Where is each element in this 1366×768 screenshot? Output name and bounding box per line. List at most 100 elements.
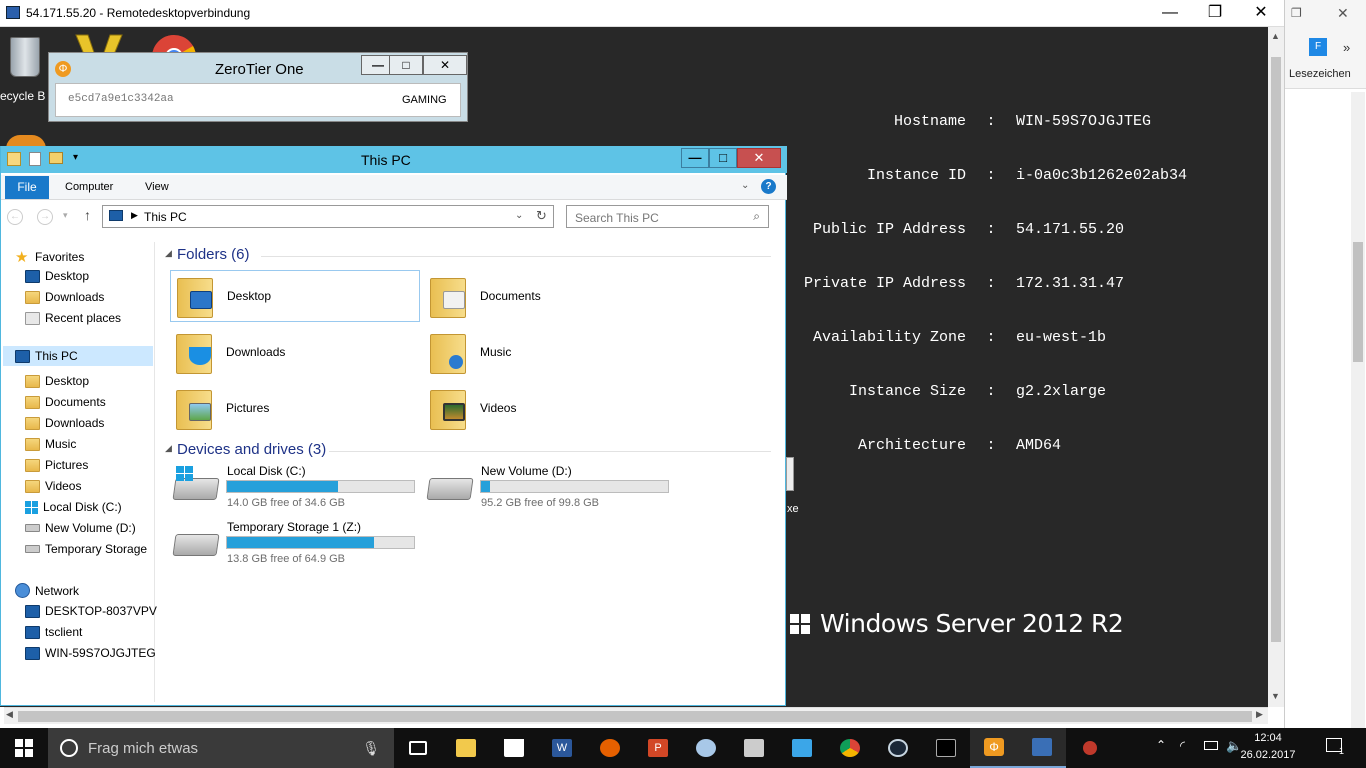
horizontal-scroll-thumb[interactable] — [18, 711, 1252, 722]
browser-restore-icon[interactable]: ❐ — [1291, 6, 1302, 20]
nav-pc-pictures[interactable]: Pictures — [25, 458, 88, 472]
vertical-scrollbar[interactable]: ▲ ▼ — [1268, 27, 1284, 707]
vertical-scroll-thumb[interactable] — [1271, 57, 1281, 642]
rdp-minimize-button[interactable]: — — [1147, 0, 1193, 27]
remote-desktop-taskbar-icon[interactable] — [1018, 728, 1066, 768]
folder-tile-downloads[interactable]: Downloads — [170, 326, 420, 378]
hidden-window-edge[interactable] — [786, 457, 794, 491]
browser-window-fragment[interactable]: ❐ ✕ F » Lesezeichen — [1284, 0, 1366, 728]
horizontal-scrollbar[interactable]: ◀ ▶ — [4, 707, 1268, 724]
app-red-taskbar-icon[interactable] — [1066, 728, 1114, 768]
file-explorer-window[interactable]: ▾ This PC — □ ✕ File Computer View ⌄ ? ←… — [0, 146, 787, 706]
nav-pc-music[interactable]: Music — [25, 437, 76, 451]
search-icon[interactable]: ⌕ — [753, 209, 760, 224]
tab-file[interactable]: File — [5, 176, 49, 199]
file-explorer-taskbar-icon[interactable] — [442, 728, 490, 768]
command-prompt-taskbar-icon[interactable] — [922, 728, 970, 768]
scroll-up-icon[interactable]: ▲ — [1271, 31, 1280, 41]
drives-header[interactable]: Devices and drives (3) — [177, 441, 326, 458]
word-taskbar-icon[interactable]: W — [538, 728, 586, 768]
vpn-taskbar-icon[interactable] — [682, 728, 730, 768]
nav-pc-desktop[interactable]: Desktop — [25, 374, 89, 388]
chevron-right-icon[interactable]: » — [1343, 40, 1350, 55]
browser-scroll-thumb[interactable] — [1353, 242, 1363, 362]
folder-tile-desktop[interactable]: Desktop — [170, 270, 420, 322]
address-dropdown-icon[interactable]: ⌄ — [515, 210, 523, 221]
folders-header[interactable]: Folders (6) — [177, 246, 250, 263]
customize-toolbar-icon[interactable]: ▾ — [73, 152, 78, 163]
scroll-left-icon[interactable]: ◀ — [6, 709, 13, 720]
search-input[interactable]: Search This PC ⌕ — [566, 205, 769, 228]
nav-fav-downloads[interactable]: Downloads — [25, 290, 104, 304]
powerpoint-taskbar-icon[interactable]: P — [634, 728, 682, 768]
scroll-right-icon[interactable]: ▶ — [1256, 709, 1263, 720]
folder-tile-documents[interactable]: Documents — [424, 270, 674, 322]
forward-arrow-icon[interactable]: → — [37, 209, 53, 225]
cortana-search-box[interactable]: Frag mich etwas 🎙 — [48, 728, 394, 768]
new-folder-icon[interactable] — [49, 152, 63, 164]
nav-pc-local-disk[interactable]: Local Disk (C:) — [25, 500, 122, 514]
drive-tile-c[interactable]: Local Disk (C:) 14.0 GB free of 34.6 GB — [170, 464, 420, 516]
browser-scrollbar[interactable] — [1351, 92, 1365, 728]
nav-pc-downloads[interactable]: Downloads — [25, 416, 104, 430]
nav-pc-documents[interactable]: Documents — [25, 395, 106, 409]
control-panel-taskbar-icon[interactable] — [778, 728, 826, 768]
drive-tile-d[interactable]: New Volume (D:) 95.2 GB free of 99.8 GB — [424, 464, 674, 516]
zerotier-close-button[interactable]: ✕ — [423, 55, 467, 75]
zerotier-maximize-button[interactable]: □ — [389, 55, 423, 75]
system-monitor-taskbar-icon[interactable] — [730, 728, 778, 768]
zerotier-taskbar-icon[interactable]: Φ — [970, 728, 1018, 768]
nav-network[interactable]: Network — [15, 583, 79, 598]
task-view-icon[interactable] — [394, 728, 442, 768]
nav-net-desktop[interactable]: DESKTOP-8037VPV — [25, 604, 157, 618]
explorer-minimize-button[interactable]: — — [681, 148, 709, 168]
explorer-quick-access-icon[interactable] — [7, 152, 21, 166]
nav-pc-new-volume[interactable]: New Volume (D:) — [25, 521, 136, 535]
folder-tile-videos[interactable]: Videos — [424, 382, 674, 434]
bookmarks-label[interactable]: Lesezeichen — [1289, 68, 1351, 80]
breadcrumb-chevron-icon[interactable]: ▶ — [131, 210, 138, 221]
nav-pc-videos[interactable]: Videos — [25, 479, 81, 493]
tab-computer[interactable]: Computer — [65, 181, 113, 193]
zerotier-window[interactable]: Φ ZeroTier One — □ ✕ e5cd7a9e1c3342aa GA… — [48, 52, 468, 122]
rdp-close-button[interactable]: ✕ — [1238, 0, 1284, 27]
breadcrumb[interactable]: This PC — [144, 210, 187, 224]
show-hidden-icons-icon[interactable]: ⌃ — [1156, 738, 1166, 752]
microphone-icon[interactable]: 🎙 — [362, 740, 380, 757]
nav-pc-temp-storage[interactable]: Temporary Storage — [25, 542, 147, 556]
help-icon[interactable]: ? — [761, 179, 776, 194]
nav-fav-desktop[interactable]: Desktop — [25, 269, 89, 283]
explorer-maximize-button[interactable]: □ — [709, 148, 737, 168]
nav-favorites[interactable]: ★ Favorites — [15, 248, 84, 266]
collapse-folders-icon[interactable]: ◢ — [165, 248, 172, 259]
bookmark-app-icon[interactable]: F — [1309, 38, 1327, 56]
address-bar[interactable]: ▶ This PC ⌄ ↻ — [102, 205, 554, 228]
rdp-maximize-button[interactable]: ❐ — [1192, 0, 1238, 27]
battery-icon[interactable] — [1204, 741, 1218, 750]
nav-fav-recent[interactable]: Recent places — [25, 311, 121, 325]
refresh-icon[interactable]: ↻ — [536, 208, 547, 224]
expand-ribbon-icon[interactable]: ⌄ — [741, 180, 749, 191]
properties-icon[interactable] — [29, 152, 41, 166]
folder-tile-music[interactable]: Music — [424, 326, 674, 378]
wifi-icon[interactable]: ◜ — [1180, 738, 1185, 754]
explorer-close-button[interactable]: ✕ — [737, 148, 781, 168]
nav-net-win[interactable]: WIN-59S7OJGJTEG — [25, 646, 156, 660]
nav-net-tsclient[interactable]: tsclient — [25, 625, 82, 639]
chrome-taskbar-icon[interactable] — [826, 728, 874, 768]
steam-taskbar-icon[interactable] — [874, 728, 922, 768]
recent-locations-icon[interactable]: ▾ — [63, 210, 68, 221]
rdp-titlebar[interactable]: 54.171.55.20 - Remotedesktopverbindung —… — [0, 0, 1284, 27]
drive-tile-z[interactable]: Temporary Storage 1 (Z:) 13.8 GB free of… — [170, 520, 420, 572]
browser-close-icon[interactable]: ✕ — [1337, 5, 1349, 22]
clock[interactable]: 12:04 26.02.2017 — [1240, 730, 1296, 764]
firefox-taskbar-icon[interactable] — [586, 728, 634, 768]
store-taskbar-icon[interactable] — [490, 728, 538, 768]
back-arrow-icon[interactable]: ← — [7, 209, 23, 225]
scroll-down-icon[interactable]: ▼ — [1271, 691, 1280, 701]
zerotier-network-row[interactable]: e5cd7a9e1c3342aa GAMING — [55, 83, 461, 117]
tab-view[interactable]: View — [145, 181, 169, 193]
explorer-titlebar[interactable]: ▾ This PC — □ ✕ — [1, 146, 787, 173]
start-button[interactable] — [0, 728, 48, 768]
collapse-drives-icon[interactable]: ◢ — [165, 443, 172, 454]
